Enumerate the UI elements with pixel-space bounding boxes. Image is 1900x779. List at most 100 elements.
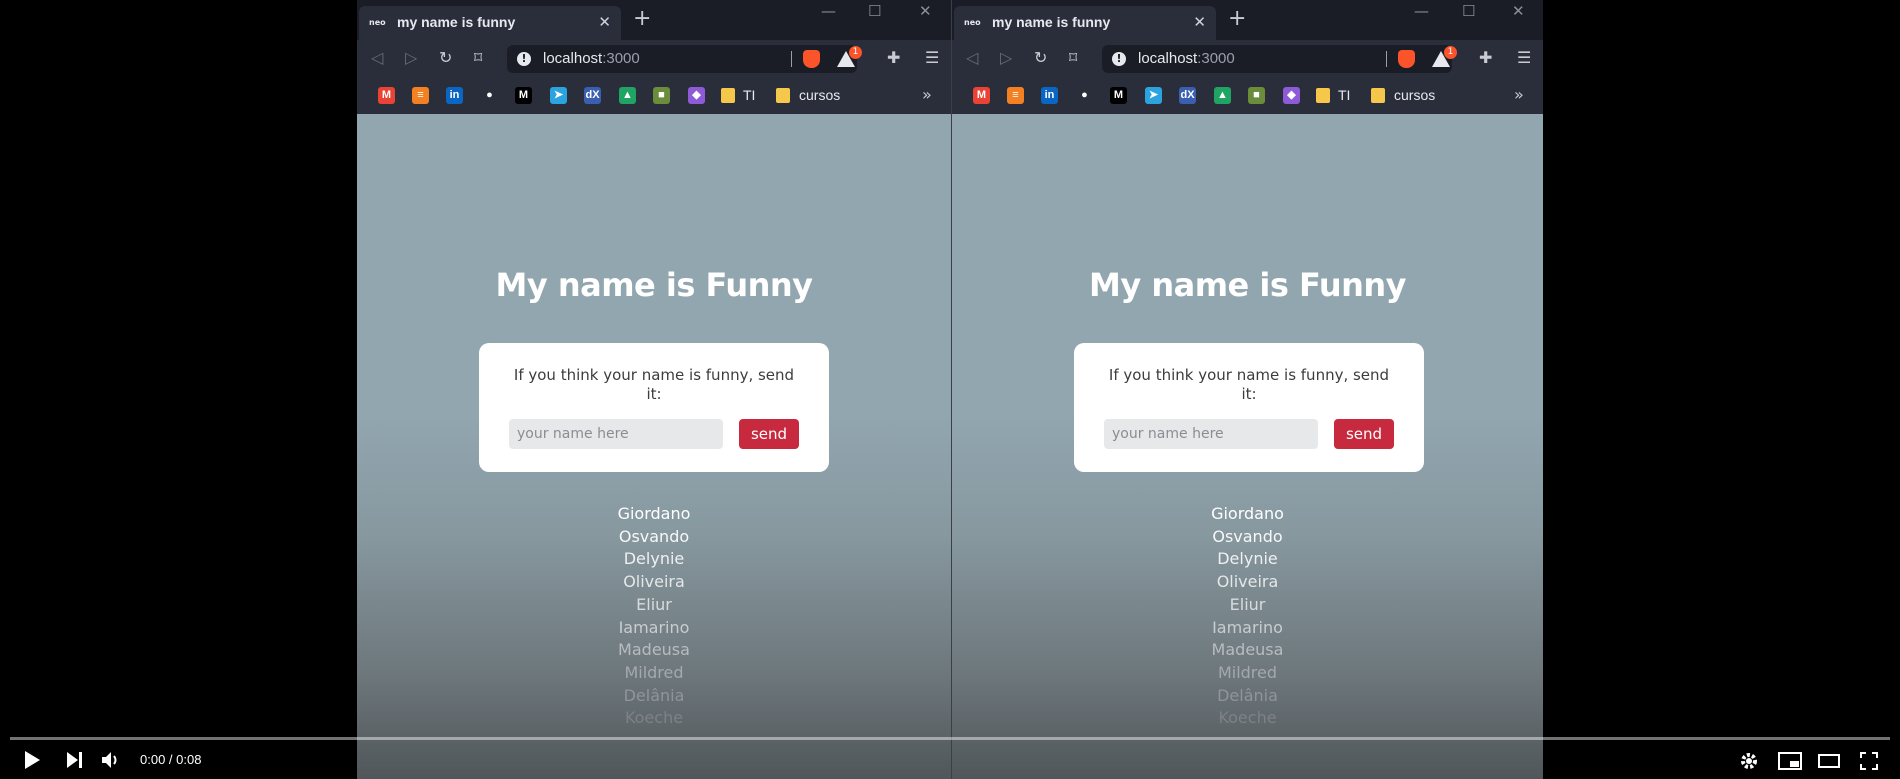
telegram-icon[interactable]: ➤ bbox=[1145, 87, 1162, 104]
bookmark-folder-ti[interactable]: TI bbox=[1338, 87, 1350, 103]
github-icon[interactable]: ● bbox=[1076, 87, 1093, 104]
bookmarks-bar: M ≡ in ● M ➤ dX ▲ ■ ◆ TI cursos » bbox=[952, 78, 1543, 114]
back-icon[interactable]: ◁ bbox=[371, 49, 383, 67]
extensions-icon[interactable]: ✚ bbox=[887, 49, 900, 67]
menu-icon[interactable]: ☰ bbox=[925, 49, 939, 67]
bookmark-folder-cursos[interactable]: cursos bbox=[1394, 87, 1435, 103]
gmail-icon[interactable]: M bbox=[973, 87, 990, 104]
list-item: Delânia bbox=[1217, 685, 1278, 705]
list-item: Mildred bbox=[1217, 662, 1278, 682]
list-item: Giordano bbox=[1211, 504, 1284, 523]
minecraft-icon[interactable]: ■ bbox=[1248, 87, 1265, 104]
minecraft-icon[interactable]: ■ bbox=[653, 87, 670, 104]
tab-close-icon[interactable]: ✕ bbox=[598, 13, 611, 31]
bookmark-icon[interactable]: ⌑ bbox=[1069, 49, 1077, 67]
minimize-icon[interactable]: — bbox=[1414, 2, 1429, 20]
address-url: localhost:3000 bbox=[543, 50, 640, 67]
list-item: Eliur bbox=[1229, 594, 1266, 614]
submit-card: If you think your name is funny, send it… bbox=[1074, 343, 1424, 472]
miniplayer-icon[interactable] bbox=[1778, 752, 1802, 770]
edx-icon[interactable]: dX bbox=[584, 87, 601, 104]
browser-tab[interactable]: neo my name is funny ✕ bbox=[359, 6, 621, 40]
window-close-icon[interactable]: ✕ bbox=[919, 2, 932, 20]
folder-icon bbox=[1316, 88, 1330, 103]
next-icon[interactable] bbox=[67, 752, 83, 768]
back-icon[interactable]: ◁ bbox=[966, 49, 978, 67]
menu-icon[interactable]: ☰ bbox=[1517, 49, 1531, 67]
list-item: Giordano bbox=[617, 504, 691, 523]
card-prompt: If you think your name is funny, send it… bbox=[513, 366, 795, 403]
send-button[interactable]: send bbox=[1334, 419, 1394, 449]
google-drive-icon[interactable]: ▲ bbox=[1214, 87, 1231, 104]
browser-window-left: neo my name is funny ✕ + — ☐ ✕ ◁ ▷ ↻ ⌑ !… bbox=[357, 0, 951, 779]
window-close-icon[interactable]: ✕ bbox=[1512, 2, 1525, 20]
telegram-icon[interactable]: ➤ bbox=[550, 87, 567, 104]
edx-icon[interactable]: dX bbox=[1179, 87, 1196, 104]
video-player[interactable]: neo my name is funny ✕ + — ☐ ✕ ◁ ▷ ↻ ⌑ !… bbox=[0, 0, 1900, 779]
bookmark-folder-ti[interactable]: TI bbox=[743, 87, 755, 103]
volume-icon[interactable] bbox=[102, 751, 122, 769]
extensions-icon[interactable]: ✚ bbox=[1479, 49, 1492, 67]
bookmark-icon[interactable]: ⌑ bbox=[474, 49, 482, 67]
bookmark-folder-cursos[interactable]: cursos bbox=[799, 87, 840, 103]
list-item: Oliveira bbox=[1216, 572, 1279, 592]
list-item: Koeche bbox=[1218, 708, 1277, 728]
more-bookmarks-icon[interactable]: » bbox=[1514, 85, 1524, 104]
folder-icon bbox=[1371, 88, 1385, 103]
twitch-icon[interactable]: ◆ bbox=[688, 87, 705, 104]
address-bar[interactable]: ! localhost:3000 1 bbox=[507, 45, 862, 73]
reload-icon[interactable]: ↻ bbox=[1034, 49, 1047, 67]
forward-icon[interactable]: ▷ bbox=[405, 49, 417, 67]
send-button[interactable]: send bbox=[739, 419, 799, 449]
list-item: Delânia bbox=[623, 685, 685, 705]
site-info-icon[interactable]: ! bbox=[517, 52, 531, 66]
address-separator bbox=[791, 51, 792, 67]
forward-icon[interactable]: ▷ bbox=[1000, 49, 1012, 67]
play-icon[interactable] bbox=[24, 751, 40, 769]
brave-shields-icon[interactable] bbox=[803, 50, 820, 68]
rewards-badge: 1 bbox=[1444, 46, 1457, 59]
list-item: Osvando bbox=[618, 526, 690, 546]
browser-toolbar: ◁ ▷ ↻ ⌑ ! localhost:3000 1 ✚ ☰ bbox=[952, 40, 1543, 78]
new-tab-button[interactable]: + bbox=[633, 8, 651, 30]
linkedin-icon[interactable]: in bbox=[1041, 87, 1058, 104]
settings-gear-icon[interactable] bbox=[1739, 751, 1759, 771]
name-input[interactable] bbox=[509, 419, 723, 449]
stack-overflow-icon[interactable]: ≡ bbox=[1007, 87, 1024, 104]
video-time: 0:00 / 0:08 bbox=[140, 752, 202, 767]
medium-icon[interactable]: M bbox=[515, 87, 532, 104]
google-drive-icon[interactable]: ▲ bbox=[619, 87, 636, 104]
maximize-icon[interactable]: ☐ bbox=[1462, 2, 1475, 20]
app-favicon-icon: neo bbox=[964, 18, 981, 27]
address-separator bbox=[1386, 51, 1387, 67]
fullscreen-icon[interactable] bbox=[1860, 752, 1878, 770]
page-content: My name is Funny If you think your name … bbox=[357, 114, 951, 779]
tab-close-icon[interactable]: ✕ bbox=[1193, 13, 1206, 31]
browser-toolbar: ◁ ▷ ↻ ⌑ ! localhost:3000 1 ✚ ☰ bbox=[357, 40, 951, 78]
list-item: Eliur bbox=[636, 594, 672, 614]
folder-icon bbox=[721, 88, 735, 103]
minimize-icon[interactable]: — bbox=[821, 2, 836, 20]
reload-icon[interactable]: ↻ bbox=[439, 49, 452, 67]
more-bookmarks-icon[interactable]: » bbox=[922, 85, 932, 104]
name-input[interactable] bbox=[1104, 419, 1318, 449]
site-info-icon[interactable]: ! bbox=[1112, 52, 1126, 66]
list-item: Madeusa bbox=[618, 640, 690, 660]
tab-bar: neo my name is funny ✕ + — ☐ ✕ bbox=[357, 0, 951, 40]
video-progress-bar[interactable] bbox=[10, 737, 1890, 740]
github-icon[interactable]: ● bbox=[481, 87, 498, 104]
browser-tab[interactable]: neo my name is funny ✕ bbox=[954, 6, 1216, 40]
gmail-icon[interactable]: M bbox=[378, 87, 395, 104]
page-content: My name is Funny If you think your name … bbox=[952, 114, 1543, 779]
brave-shields-icon[interactable] bbox=[1398, 50, 1415, 68]
medium-icon[interactable]: M bbox=[1110, 87, 1127, 104]
tab-bar: neo my name is funny ✕ + — ☐ ✕ bbox=[952, 0, 1543, 40]
stack-overflow-icon[interactable]: ≡ bbox=[412, 87, 429, 104]
svg-text:neo: neo bbox=[964, 18, 981, 27]
maximize-icon[interactable]: ☐ bbox=[868, 2, 881, 20]
linkedin-icon[interactable]: in bbox=[446, 87, 463, 104]
address-bar[interactable]: ! localhost:3000 1 bbox=[1102, 45, 1457, 73]
theater-mode-icon[interactable] bbox=[1818, 754, 1840, 768]
new-tab-button[interactable]: + bbox=[1228, 8, 1246, 30]
twitch-icon[interactable]: ◆ bbox=[1283, 87, 1300, 104]
